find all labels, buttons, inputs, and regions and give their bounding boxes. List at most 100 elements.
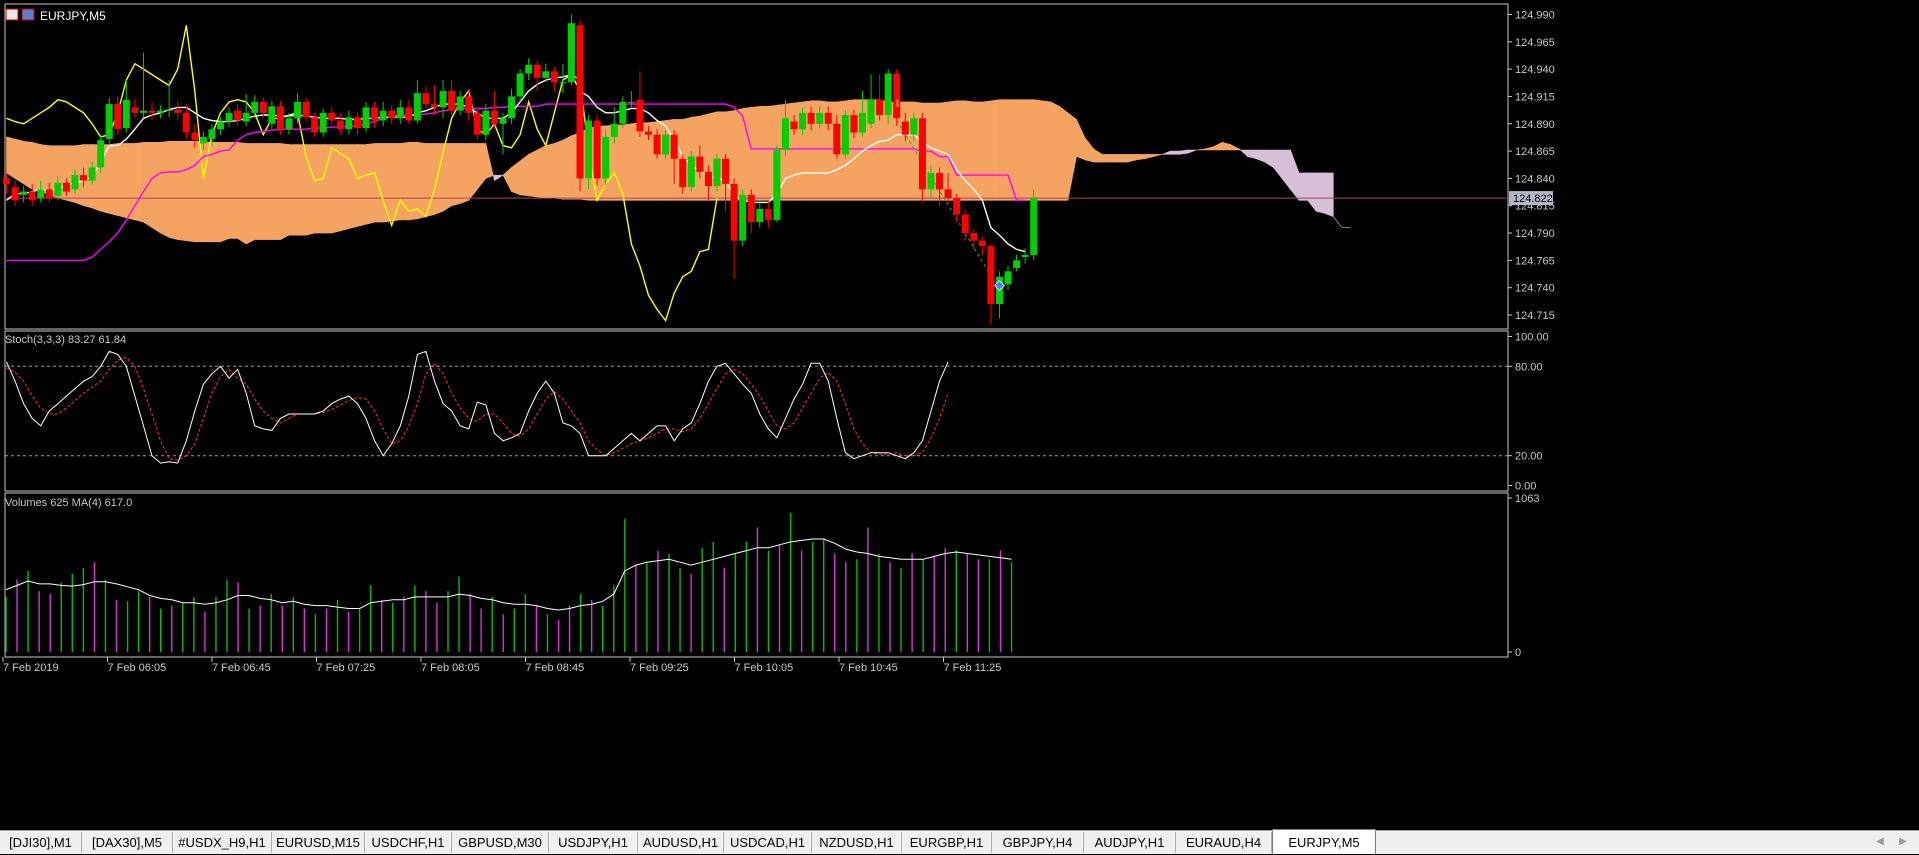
chart-tab[interactable]: GBPUSD,M30 (452, 832, 549, 853)
candle-body (362, 107, 370, 129)
chart-tab[interactable]: [DAX30],M5 (82, 832, 173, 853)
candle-body (585, 120, 593, 179)
candle-body (3, 178, 10, 184)
candle-body (987, 246, 995, 305)
chart-tab[interactable]: EURGBP,H1 (902, 832, 992, 853)
candle-body (131, 107, 139, 113)
cloud-segment (66, 145, 76, 203)
candle (97, 134, 105, 173)
cloud-segment (237, 142, 247, 245)
cloud-segment (1315, 172, 1326, 214)
chart-tab[interactable]: [DJI30],M1 (0, 832, 82, 853)
candle-body (876, 99, 884, 116)
candle-body (739, 194, 747, 241)
candle-body (199, 136, 207, 144)
candle-body (679, 158, 687, 188)
chart-tab[interactable]: AUDUSD,H1 (638, 832, 724, 853)
candle-body (662, 134, 670, 155)
volume-panel[interactable]: 1063 0 Volumes 625 MA(4) 617.0 (4, 492, 1539, 659)
time-label: 7 Feb 11:25 (944, 662, 1002, 674)
cloud-segment (331, 144, 341, 234)
candle-body (1021, 254, 1029, 258)
cloud-segment (528, 149, 538, 198)
candle-body (174, 109, 182, 113)
cloud-segment (14, 138, 24, 185)
candle-body (859, 112, 866, 133)
candle-body (508, 96, 516, 119)
chart-canvas[interactable]: 124.990 124.965 124.940 124.915 124.890 124.8… (0, 0, 1919, 830)
price-tick-label: 124.865 (1515, 146, 1555, 158)
candle (105, 97, 113, 146)
stoch-tick-label: 80.00 (1515, 361, 1543, 373)
candle-body (225, 112, 233, 122)
chart-tab[interactable]: EURAUD,H4 (1176, 832, 1272, 853)
candle-body (722, 158, 730, 184)
price-panel[interactable]: 124.990 124.965 124.940 124.915 124.890 124.8… (3, 3, 1555, 330)
candle-body (816, 112, 824, 124)
candle-body (833, 123, 841, 155)
cloud-segment (357, 144, 367, 227)
cloud-segment (399, 142, 410, 221)
candle-body (884, 73, 892, 116)
cloud-segment (194, 140, 204, 243)
chart-tab[interactable]: EURUSD,M15 (272, 832, 365, 853)
cloud-segment (999, 99, 1009, 201)
stoch-tick-label: 0.00 (1515, 481, 1536, 493)
candle-body (456, 96, 464, 111)
chart-tab[interactable]: EURJPY,M5 (1272, 829, 1376, 854)
scroll-left-icon[interactable]: ◀ (1872, 833, 1888, 851)
cloud-segment (382, 143, 393, 223)
cloud-segment (314, 144, 324, 234)
chart-tab[interactable]: USDCHF,H1 (365, 832, 452, 853)
cloud-segment (108, 143, 119, 216)
cloud-segment (374, 143, 384, 223)
chart-tab[interactable]: #USDX_H9,H1 (173, 832, 272, 853)
candle-body (311, 117, 319, 133)
candle-body (482, 110, 490, 135)
candle-body (687, 156, 695, 188)
cloud-segment (168, 140, 178, 240)
candle-body (799, 112, 807, 130)
candle-body (336, 120, 344, 130)
scroll-right-icon[interactable]: ▶ (1895, 833, 1911, 851)
candle-body (867, 99, 875, 124)
chart-tab[interactable]: GBPJPY,H4 (992, 832, 1084, 853)
chart-tab[interactable]: AUDJPY,H1 (1084, 832, 1176, 853)
cloud-segment (391, 143, 401, 222)
candle (567, 14, 575, 86)
candle-body (627, 101, 635, 103)
candle-body (978, 240, 986, 247)
candle-body (388, 110, 396, 119)
time-label: 7 Feb 08:45 (526, 662, 585, 674)
candle-body (105, 104, 113, 140)
cloud-segment (365, 143, 375, 225)
cloud-segment (1041, 100, 1052, 201)
candle-body (645, 131, 652, 135)
cloud-segment (1298, 172, 1308, 201)
candle-body (465, 96, 473, 113)
candle-body (807, 112, 815, 124)
cloud-segment (417, 142, 427, 220)
cloud-segment (271, 143, 281, 240)
candle-body (422, 93, 430, 105)
stoch-tick-label: 20.00 (1515, 451, 1543, 463)
chart-tab[interactable]: NZDUSD,H1 (812, 832, 902, 853)
candle-body (191, 132, 199, 141)
candle-body (961, 214, 969, 234)
candle-body (619, 101, 627, 124)
candle-body (396, 107, 404, 119)
cloud-segment (160, 140, 170, 238)
cloud-segment (562, 135, 572, 200)
chart-tab[interactable]: USDJPY,H1 (549, 832, 638, 853)
candle-body (542, 71, 550, 78)
stochastic-panel[interactable]: 100.00 80.00 20.00 0.00 Stoch(3,3,3) 83.27 6… (4, 330, 1549, 493)
candle-body (893, 73, 901, 119)
candle-body (148, 110, 156, 113)
chart-tab[interactable]: USDCAD,H1 (724, 832, 812, 853)
time-label: 7 Feb 09:25 (630, 662, 689, 674)
candle (576, 19, 584, 192)
candle-body (302, 101, 310, 118)
cloud-segment (554, 139, 564, 200)
candle-body (139, 110, 147, 113)
candle-body (970, 233, 978, 241)
